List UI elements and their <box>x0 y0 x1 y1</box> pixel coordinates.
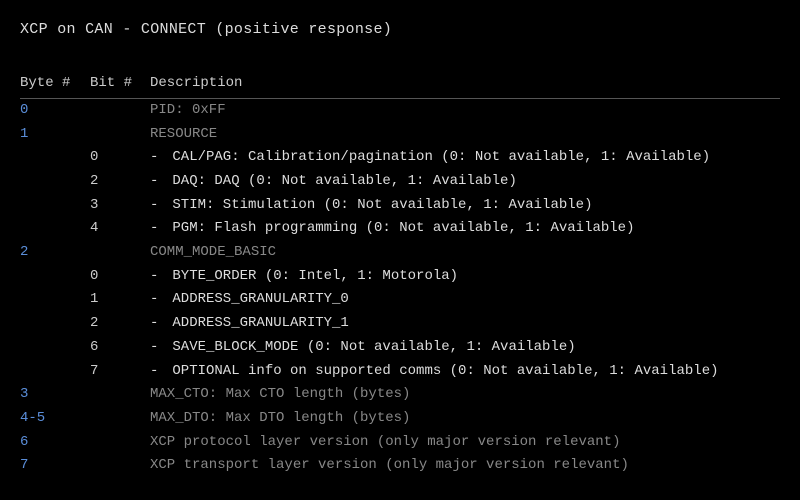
bit-cell <box>90 407 150 431</box>
bit-cell: 0 <box>90 146 150 170</box>
bit-cell: 0 <box>90 265 150 289</box>
byte-cell: 7 <box>20 454 90 478</box>
desc-cell: PID: 0xFF <box>150 98 780 122</box>
desc-cell: - PGM: Flash programming (0: Not availab… <box>150 217 780 241</box>
bit-cell: 1 <box>90 288 150 312</box>
table-row: 7 XCP transport layer version (only major… <box>20 454 780 478</box>
desc-cell: - SAVE_BLOCK_MODE (0: Not available, 1: … <box>150 336 780 360</box>
table-row: 4-5 MAX_DTO: Max DTO length (bytes) <box>20 407 780 431</box>
table-row: 6- SAVE_BLOCK_MODE (0: Not available, 1:… <box>20 336 780 360</box>
bit-cell <box>90 241 150 265</box>
desc-cell: - ADDRESS_GRANULARITY_0 <box>150 288 780 312</box>
page-title: XCP on CAN - CONNECT (positive response) <box>20 18 780 41</box>
header-bit: Bit # <box>90 71 150 98</box>
protocol-table: Byte # Bit # Description 0PID: 0xFF1RESO… <box>20 71 780 478</box>
table-row: 3 MAX_CTO: Max CTO length (bytes) <box>20 383 780 407</box>
desc-cell: COMM_MODE_BASIC <box>150 241 780 265</box>
table-row: 3- STIM: Stimulation (0: Not available, … <box>20 194 780 218</box>
desc-cell: MAX_CTO: Max CTO length (bytes) <box>150 383 780 407</box>
byte-cell: 6 <box>20 431 90 455</box>
bit-cell: 2 <box>90 312 150 336</box>
byte-cell <box>20 146 90 170</box>
bit-cell <box>90 454 150 478</box>
desc-cell: - OPTIONAL info on supported comms (0: N… <box>150 360 780 384</box>
bit-cell <box>90 431 150 455</box>
desc-cell: - ADDRESS_GRANULARITY_1 <box>150 312 780 336</box>
byte-cell <box>20 265 90 289</box>
bit-cell: 2 <box>90 170 150 194</box>
byte-cell: 0 <box>20 98 90 122</box>
bit-cell <box>90 98 150 122</box>
header-byte: Byte # <box>20 71 90 98</box>
table-row: 2- DAQ: DAQ (0: Not available, 1: Availa… <box>20 170 780 194</box>
desc-cell: - STIM: Stimulation (0: Not available, 1… <box>150 194 780 218</box>
byte-cell <box>20 312 90 336</box>
byte-cell: 1 <box>20 123 90 147</box>
byte-cell <box>20 288 90 312</box>
byte-cell <box>20 217 90 241</box>
table-row: 1- ADDRESS_GRANULARITY_0 <box>20 288 780 312</box>
byte-cell: 3 <box>20 383 90 407</box>
table-row: 2 COMM_MODE_BASIC <box>20 241 780 265</box>
table-row: 2- ADDRESS_GRANULARITY_1 <box>20 312 780 336</box>
byte-cell <box>20 360 90 384</box>
desc-cell: RESOURCE <box>150 123 780 147</box>
bit-cell: 7 <box>90 360 150 384</box>
bit-cell: 3 <box>90 194 150 218</box>
bit-cell <box>90 123 150 147</box>
byte-cell <box>20 170 90 194</box>
byte-cell: 4-5 <box>20 407 90 431</box>
byte-cell <box>20 336 90 360</box>
table-row: 6 XCP protocol layer version (only major … <box>20 431 780 455</box>
desc-cell: - BYTE_ORDER (0: Intel, 1: Motorola) <box>150 265 780 289</box>
header-desc: Description <box>150 71 780 98</box>
table-row: 1 RESOURCE <box>20 123 780 147</box>
bit-cell <box>90 383 150 407</box>
table-row: 7- OPTIONAL info on supported comms (0: … <box>20 360 780 384</box>
table-row: 0- BYTE_ORDER (0: Intel, 1: Motorola) <box>20 265 780 289</box>
desc-cell: XCP protocol layer version (only major v… <box>150 431 780 455</box>
byte-cell <box>20 194 90 218</box>
bit-cell: 4 <box>90 217 150 241</box>
bit-cell: 6 <box>90 336 150 360</box>
desc-cell: - DAQ: DAQ (0: Not available, 1: Availab… <box>150 170 780 194</box>
byte-cell: 2 <box>20 241 90 265</box>
table-row: 0- CAL/PAG: Calibration/pagination (0: N… <box>20 146 780 170</box>
desc-cell: - CAL/PAG: Calibration/pagination (0: No… <box>150 146 780 170</box>
desc-cell: XCP transport layer version (only major … <box>150 454 780 478</box>
table-row: 4- PGM: Flash programming (0: Not availa… <box>20 217 780 241</box>
desc-cell: MAX_DTO: Max DTO length (bytes) <box>150 407 780 431</box>
table-row: 0 PID: 0xFF <box>20 98 780 122</box>
